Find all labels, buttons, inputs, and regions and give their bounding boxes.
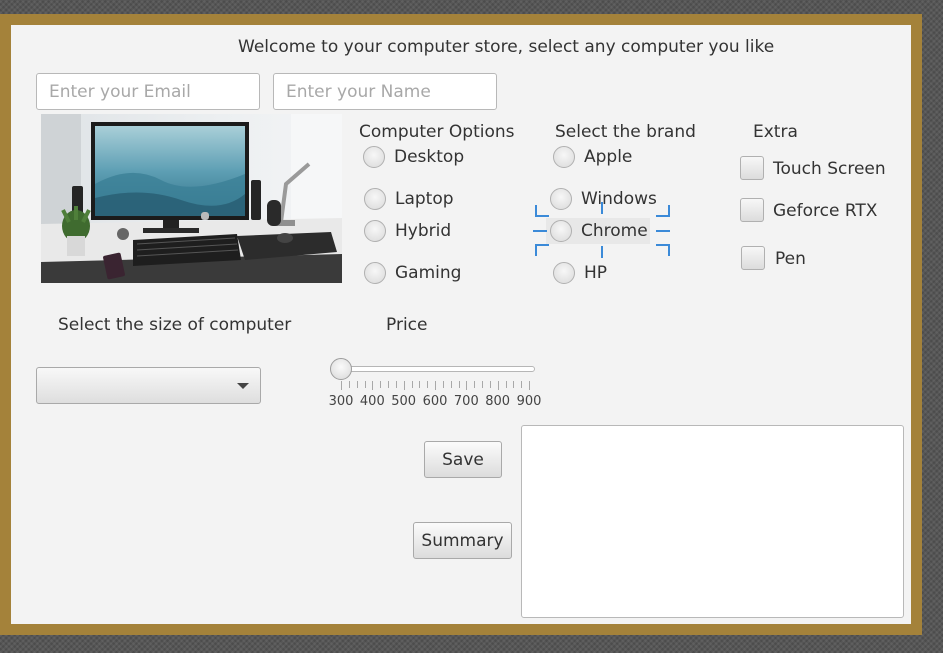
slider-tick-label: 300 [328,394,354,409]
size-label: Select the size of computer [58,315,292,335]
radio-chrome[interactable] [550,220,572,242]
checkbox-pen[interactable] [741,246,765,270]
store-panel: Welcome to your computer store, select a… [11,25,911,624]
window-frame: Welcome to your computer store, select a… [0,14,922,635]
checkbox-touch-screen[interactable] [740,156,764,180]
slider-tick [529,381,530,390]
slider-tick [341,381,342,390]
checkbox-geforce-rtx-label: Geforce RTX [773,201,878,221]
slider-tick-label: 900 [516,394,542,409]
slider-tick [489,381,491,388]
slider-tick [513,381,515,388]
radio-desktop[interactable] [363,146,385,168]
slider-tick [435,381,436,390]
slider-tick [505,381,507,388]
slider-tick-label: 600 [422,394,448,409]
slider-tick [521,381,523,388]
slider-tick [348,381,350,388]
checkbox-pen-label: Pen [775,249,806,269]
email-input[interactable] [36,73,260,110]
focus-handle-top [601,202,603,214]
size-combobox[interactable] [36,367,261,404]
slider-tick [411,381,413,388]
radio-hp[interactable] [553,262,575,284]
radio-gaming-label: Gaming [395,263,462,283]
radio-laptop[interactable] [364,188,386,210]
slider-tick [364,381,366,388]
radio-desktop-label: Desktop [394,147,465,167]
radio-gaming[interactable] [364,262,386,284]
slider-tick-label: 700 [453,394,479,409]
focus-corner-tl [535,205,549,217]
slider-tick [466,381,468,390]
slider-tick [458,381,460,388]
radio-hybrid-label: Hybrid [395,221,452,241]
summary-button[interactable]: Summary [413,522,512,559]
slider-tick [395,381,397,388]
slider-tick [356,381,358,388]
price-slider-track[interactable] [336,366,535,372]
focus-corner-br [656,244,670,256]
slider-tick [403,381,405,390]
price-slider-thumb[interactable] [330,358,352,380]
computer-photo [41,114,342,283]
welcome-heading: Welcome to your computer store, select a… [238,37,775,57]
slider-tick-label: 500 [391,394,417,409]
slider-tick [450,381,452,388]
brand-title: Select the brand [555,122,696,142]
checkbox-geforce-rtx[interactable] [740,198,764,222]
slider-tick-label: 800 [485,394,511,409]
slider-tick [419,381,421,388]
slider-tick [427,381,429,388]
slider-tick [474,381,476,388]
slider-tick [380,381,382,388]
extra-title: Extra [753,122,798,142]
focus-handle-left [533,230,547,232]
price-slider[interactable]: 300 400 500 600 700 800 900 [329,355,554,425]
summary-textarea[interactable] [521,425,904,618]
focus-handle-right [656,230,670,232]
radio-apple[interactable] [553,146,575,168]
price-label: Price [386,315,428,335]
radio-chrome-label: Chrome [581,221,648,241]
checkbox-touch-screen-label: Touch Screen [773,159,886,179]
save-button[interactable]: Save [424,441,502,478]
focus-corner-tr [656,205,670,217]
slider-tick [372,381,374,390]
chevron-down-icon [237,383,249,389]
radio-hp-label: HP [584,263,608,283]
radio-apple-label: Apple [584,147,633,167]
slider-tick [388,381,389,388]
options-title: Computer Options [359,122,515,142]
name-input[interactable] [273,73,497,110]
slider-tick [442,381,444,388]
focus-corner-bl [535,244,549,256]
slider-tick [497,381,499,390]
slider-tick-label: 400 [359,394,385,409]
radio-windows[interactable] [550,188,572,210]
focus-handle-bottom [601,246,603,258]
radio-hybrid[interactable] [364,220,386,242]
radio-laptop-label: Laptop [395,189,454,209]
slider-tick [482,381,483,388]
radio-windows-label: Windows [581,189,657,209]
